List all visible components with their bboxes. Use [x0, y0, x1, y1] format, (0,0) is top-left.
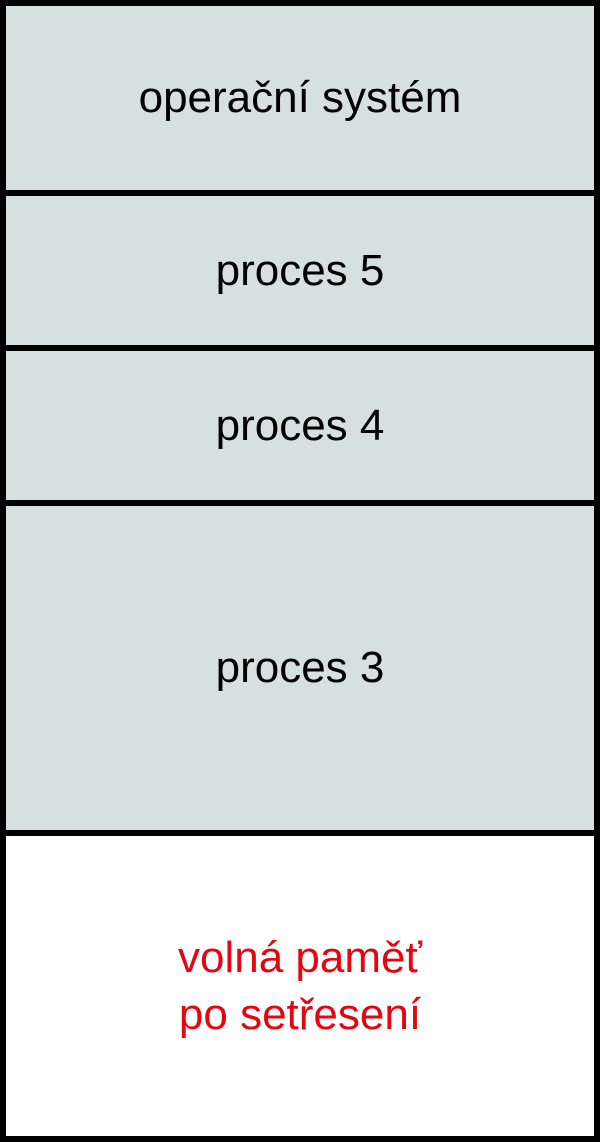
segment-label: proces 4	[216, 397, 385, 454]
segment-label: proces 3	[216, 639, 385, 696]
segment-process-5: proces 5	[6, 196, 594, 351]
memory-layout-diagram: operační systém proces 5 proces 4 proces…	[0, 0, 600, 1142]
segment-label: volná paměťpo setřesení	[178, 929, 422, 1043]
segment-process-3: proces 3	[6, 506, 594, 836]
segment-free-memory: volná paměťpo setřesení	[6, 836, 594, 1136]
segment-operating-system: operační systém	[6, 6, 594, 196]
segment-process-4: proces 4	[6, 351, 594, 506]
segment-label: operační systém	[139, 69, 462, 126]
segment-label: proces 5	[216, 242, 385, 299]
